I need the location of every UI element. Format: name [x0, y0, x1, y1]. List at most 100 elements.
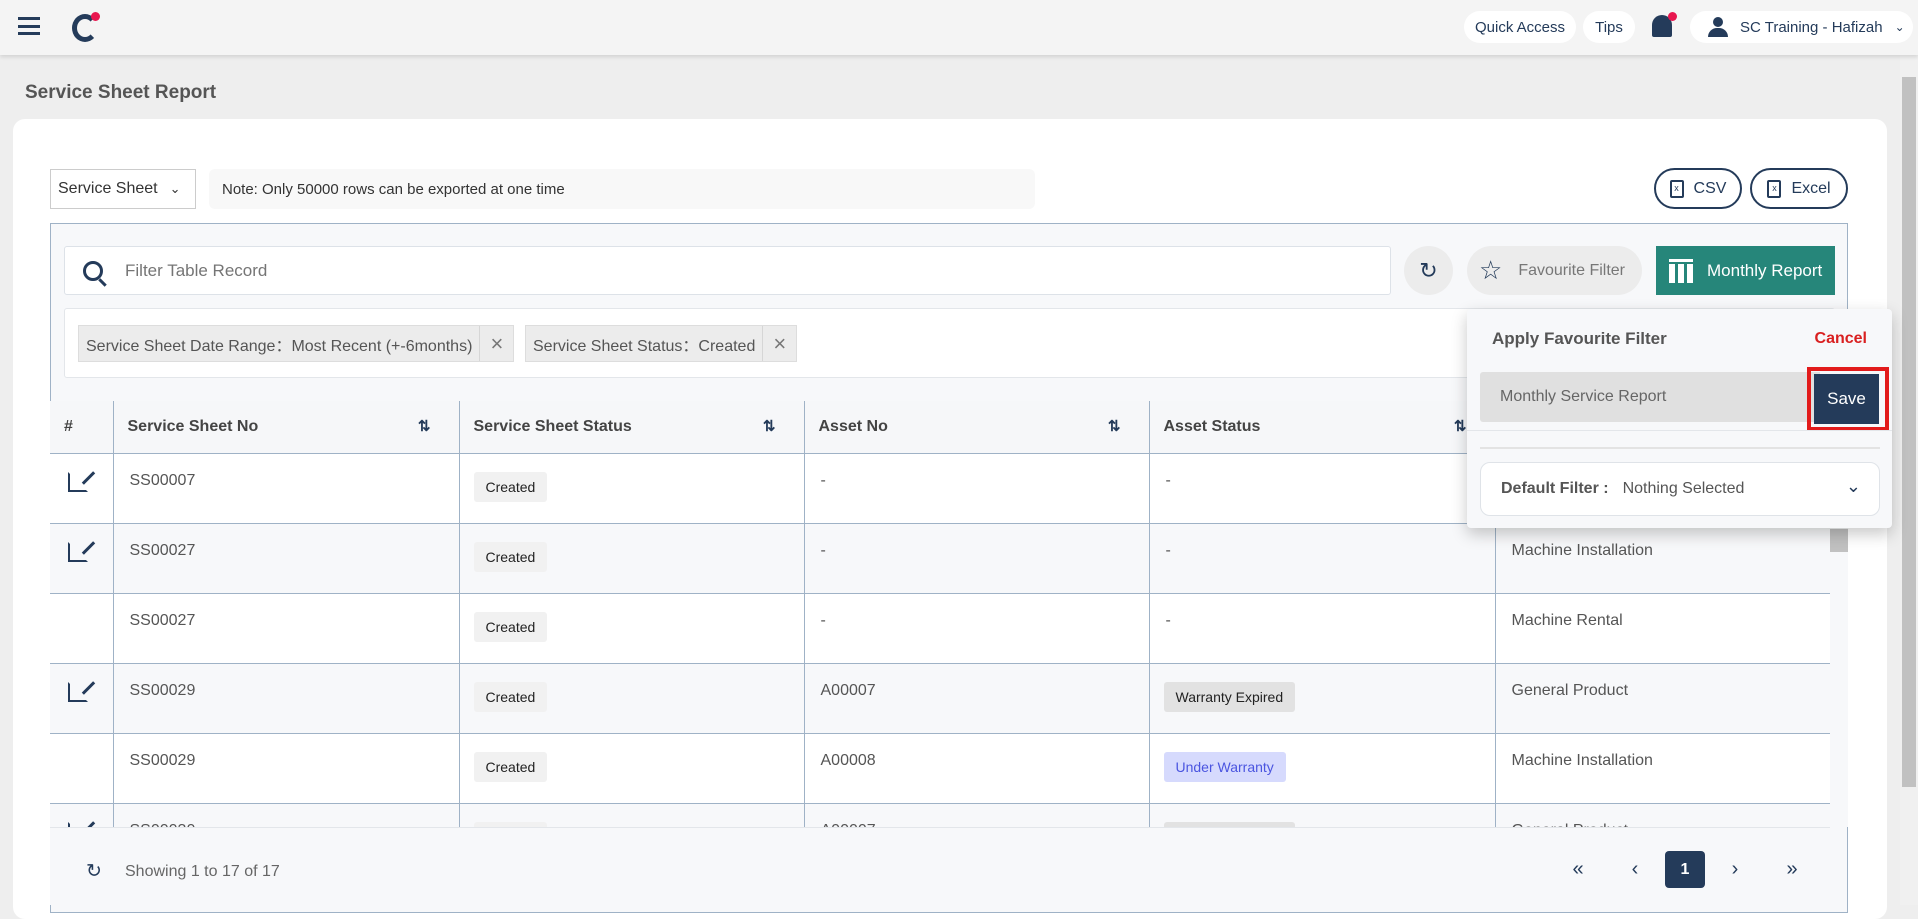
- row-action: [50, 592, 114, 663]
- status-badge: Created: [473, 471, 548, 502]
- default-filter-select[interactable]: Default Filter : Nothing Selected ⌄: [1480, 462, 1880, 516]
- asset-status: -: [1165, 541, 1171, 559]
- asset-no: A00007: [804, 802, 1150, 827]
- divider: [1480, 447, 1880, 449]
- column-header[interactable]: Asset Status ⇅: [1149, 401, 1496, 453]
- filter-chip-status: Service Sheet Status：Created ×: [525, 325, 798, 362]
- save-button[interactable]: Save: [1814, 374, 1879, 424]
- report-type-select[interactable]: Service Sheet ⌄: [50, 169, 196, 209]
- columns-icon: [1669, 258, 1693, 283]
- column-header[interactable]: Service Sheet No ⇅: [113, 401, 460, 453]
- sort-icon[interactable]: ⇅: [1454, 417, 1467, 435]
- status-cell: Created: [459, 662, 805, 733]
- row-action: [50, 662, 114, 733]
- file-excel-icon: x: [1767, 179, 1782, 198]
- monthly-report-label: Monthly Report: [1707, 260, 1823, 280]
- column-header[interactable]: Asset No ⇅: [804, 401, 1150, 453]
- type-cell: General Product: [1495, 802, 1830, 827]
- column-header[interactable]: Service Sheet Status ⇅: [459, 401, 805, 453]
- asset-status-cell: Warranty Expired: [1149, 662, 1496, 733]
- user-name: SC Training - Hafizah: [1740, 18, 1883, 36]
- refresh-button[interactable]: ↻: [1404, 246, 1453, 295]
- service-sheet-no: SS00030: [113, 802, 460, 827]
- close-icon[interactable]: ×: [479, 326, 513, 361]
- chip-label: Service Sheet Status：Created: [533, 337, 756, 355]
- asset-status-cell: Under Warranty: [1149, 732, 1496, 803]
- asset-status-cell: -: [1149, 592, 1496, 663]
- tips-button[interactable]: Tips: [1583, 11, 1635, 43]
- column-label: Asset Status: [1163, 417, 1261, 435]
- status-cell: Created: [459, 452, 805, 523]
- status-cell: Created: [459, 592, 805, 663]
- csv-label: CSV: [1693, 179, 1727, 197]
- column-label: Asset No: [818, 417, 888, 435]
- status-cell: Created: [459, 732, 805, 803]
- close-icon[interactable]: ×: [762, 326, 796, 361]
- logo-dot: [91, 12, 100, 21]
- service-sheet-no: SS00027: [113, 522, 460, 593]
- page-scrollbar[interactable]: [1900, 55, 1918, 905]
- asset-no: -: [804, 592, 1150, 663]
- open-external-icon[interactable]: [68, 680, 96, 702]
- top-bar: Quick Access Tips SC Training - Hafizah …: [0, 0, 1918, 55]
- first-page-button[interactable]: «: [1558, 851, 1598, 888]
- cancel-button[interactable]: Cancel: [1815, 330, 1867, 348]
- column-header[interactable]: #: [50, 401, 114, 453]
- excel-button[interactable]: x Excel: [1750, 168, 1848, 209]
- favourite-filter-button[interactable]: ☆ Favourite Filter: [1467, 246, 1642, 295]
- table-row: SS00030 Created A00007 Warranty Expired …: [50, 802, 1830, 827]
- open-external-icon[interactable]: [68, 470, 96, 492]
- next-page-button[interactable]: ›: [1715, 851, 1755, 888]
- status-badge: Created: [473, 751, 548, 782]
- showing-count: Showing 1 to 17 of 17: [125, 863, 280, 880]
- filter-chip-date-range: Service Sheet Date Range：Most Recent (+-…: [78, 325, 515, 362]
- menu-icon[interactable]: [18, 17, 40, 35]
- refresh-icon: ↻: [1419, 257, 1438, 283]
- export-note: Note: Only 50000 rows can be exported at…: [209, 169, 1035, 209]
- page-title: Service Sheet Report: [25, 82, 217, 103]
- type-cell: General Product: [1495, 662, 1830, 733]
- sort-icon[interactable]: ⇅: [1108, 417, 1121, 435]
- favourite-filter-label: Favourite Filter: [1518, 261, 1626, 279]
- prev-page-button[interactable]: ‹: [1615, 851, 1655, 888]
- star-icon: ☆: [1479, 255, 1503, 285]
- service-sheet-no: SS00029: [113, 662, 460, 733]
- asset-no: -: [804, 452, 1150, 523]
- service-sheet-no: SS00027: [113, 592, 460, 663]
- last-page-button[interactable]: »: [1772, 851, 1812, 888]
- user-icon: [1708, 17, 1728, 37]
- chevron-down-icon: ⌄: [1894, 20, 1905, 34]
- default-filter-value: Nothing Selected: [1622, 480, 1745, 497]
- favourite-filter-popup: Apply Favourite Filter Cancel Monthly Se…: [1467, 309, 1892, 528]
- asset-status-badge: Warranty Expired: [1163, 681, 1296, 712]
- default-filter-label: Default Filter :: [1501, 480, 1609, 497]
- monthly-report-button[interactable]: Monthly Report: [1656, 246, 1835, 295]
- filter-name-input[interactable]: Monthly Service Report: [1480, 372, 1820, 422]
- chip-label: Service Sheet Date Range：Most Recent (+-…: [86, 337, 473, 355]
- column-label: Service Sheet No: [127, 417, 259, 435]
- filter-input[interactable]: [125, 260, 1225, 281]
- open-external-icon[interactable]: [68, 540, 96, 562]
- asset-no: A00007: [804, 662, 1150, 733]
- table-row: SS00029 Created A00007 Warranty Expired …: [50, 662, 1830, 733]
- sort-icon[interactable]: ⇅: [418, 417, 431, 435]
- quick-access-button[interactable]: Quick Access: [1464, 11, 1576, 43]
- user-menu[interactable]: SC Training - Hafizah ⌄: [1690, 11, 1913, 43]
- asset-status-cell: -: [1149, 522, 1496, 593]
- filter-search[interactable]: [64, 246, 1391, 295]
- csv-button[interactable]: x CSV: [1654, 168, 1742, 209]
- table-row: SS00027 Created - - Machine Rental: [50, 592, 1830, 663]
- asset-status-badge: Under Warranty: [1163, 751, 1286, 782]
- type-cell: Machine Rental: [1495, 592, 1830, 663]
- service-sheet-no: SS00007: [113, 452, 460, 523]
- table-row: SS00027 Created - - Machine Installation: [50, 522, 1830, 593]
- refresh-icon[interactable]: ↻: [86, 860, 102, 883]
- page-1-button[interactable]: 1: [1665, 851, 1705, 888]
- sort-icon[interactable]: ⇅: [763, 417, 776, 435]
- row-action: [50, 522, 114, 593]
- asset-status: -: [1165, 611, 1171, 629]
- popup-title: Apply Favourite Filter: [1492, 329, 1667, 348]
- asset-no: A00008: [804, 732, 1150, 803]
- status-cell: Created: [459, 802, 805, 827]
- divider: [1467, 430, 1892, 431]
